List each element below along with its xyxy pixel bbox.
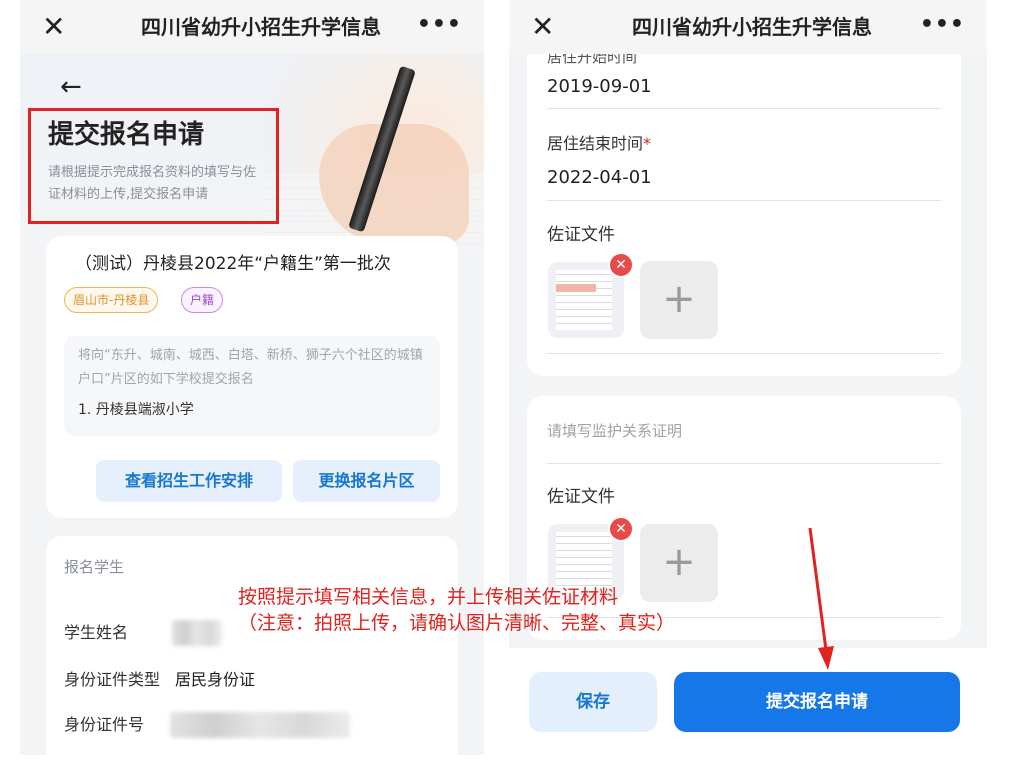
annotation-line-1: 按照提示填写相关信息，并上传相关佐证材料 — [238, 586, 619, 608]
annotation-line-2: （注意：拍照上传，请确认图片清晰、完整、真实） — [238, 612, 676, 634]
annotation-arrow — [808, 527, 834, 670]
